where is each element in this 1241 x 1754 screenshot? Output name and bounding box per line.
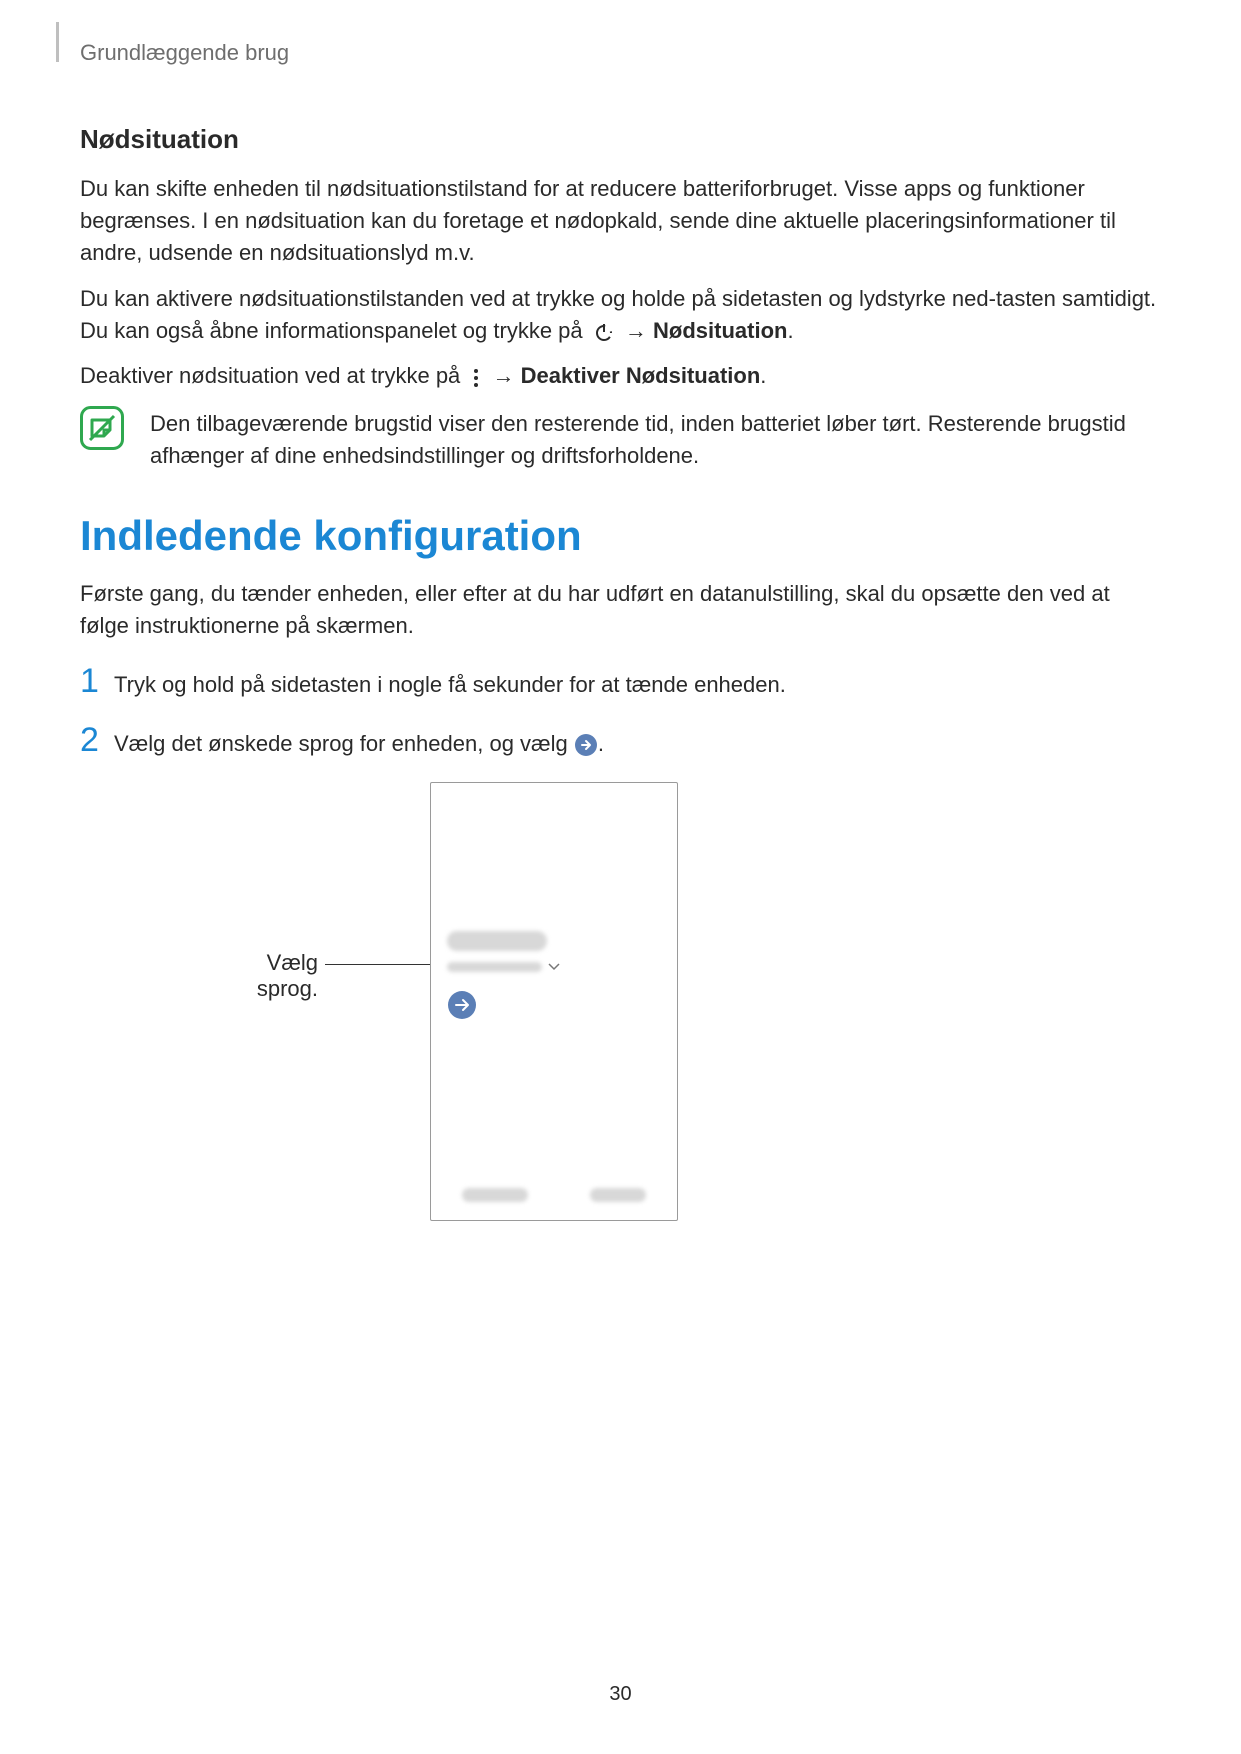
note-text: Den tilbageværende brugstid viser den re…	[150, 406, 1161, 472]
emergency-p2-arrow: →	[625, 318, 653, 343]
step-1-number: 1	[80, 664, 114, 698]
phone-bottom-left-btn	[462, 1188, 528, 1202]
step-2-text-a: Vælg det ønskede sprog for enheden, og v…	[114, 731, 574, 756]
emergency-p3-bold: Deaktiver Nødsituation	[521, 363, 761, 388]
section-setup-title: Indledende konfiguration	[80, 512, 1161, 560]
phone-title-placeholder	[447, 931, 547, 951]
callout-choose-language: Vælg sprog.	[218, 950, 318, 1002]
section-emergency-title: Nødsituation	[80, 124, 1161, 155]
phone-language-value	[447, 962, 542, 972]
emergency-p2-text-a: Du kan aktivere nødsituationstilstanden …	[80, 286, 1156, 343]
callout-line	[325, 964, 430, 965]
power-icon	[593, 321, 615, 343]
emergency-paragraph-1: Du kan skifte enheden til nødsituationst…	[80, 173, 1161, 269]
note-icon	[80, 406, 124, 455]
header-accent-line	[56, 22, 59, 62]
step-2: 2 Vælg det ønskede sprog for enheden, og…	[80, 723, 1161, 760]
breadcrumb: Grundlæggende brug	[80, 40, 1161, 66]
chevron-down-icon	[548, 958, 560, 976]
emergency-p3-end: .	[760, 363, 766, 388]
emergency-p3-text-a: Deaktiver nødsituation ved at trykke på	[80, 363, 466, 388]
phone-language-selector	[447, 958, 560, 976]
step-1: 1 Tryk og hold på sidetasten i nogle få …	[80, 664, 1161, 701]
step-2-number: 2	[80, 723, 114, 757]
emergency-p2-end: .	[787, 318, 793, 343]
arrow-right-circle-icon	[574, 733, 598, 757]
setup-intro: Første gang, du tænder enheden, eller ef…	[80, 578, 1161, 642]
note-block: Den tilbageværende brugstid viser den re…	[80, 406, 1161, 472]
step-2-text-b: .	[598, 731, 604, 756]
step-1-text: Tryk og hold på sidetasten i nogle få se…	[114, 669, 786, 701]
step-2-text: Vælg det ønskede sprog for enheden, og v…	[114, 728, 604, 760]
phone-mockup	[430, 782, 678, 1221]
emergency-paragraph-3: Deaktiver nødsituation ved at trykke på …	[80, 360, 1161, 392]
phone-bottom-right-btn	[590, 1188, 646, 1202]
emergency-paragraph-2: Du kan aktivere nødsituationstilstanden …	[80, 283, 1161, 347]
phone-continue-button	[447, 990, 477, 1025]
emergency-p3-arrow: →	[493, 363, 521, 388]
page-number: 30	[0, 1683, 1241, 1706]
emergency-p2-bold: Nødsituation	[653, 318, 787, 343]
more-vert-icon	[472, 367, 480, 389]
